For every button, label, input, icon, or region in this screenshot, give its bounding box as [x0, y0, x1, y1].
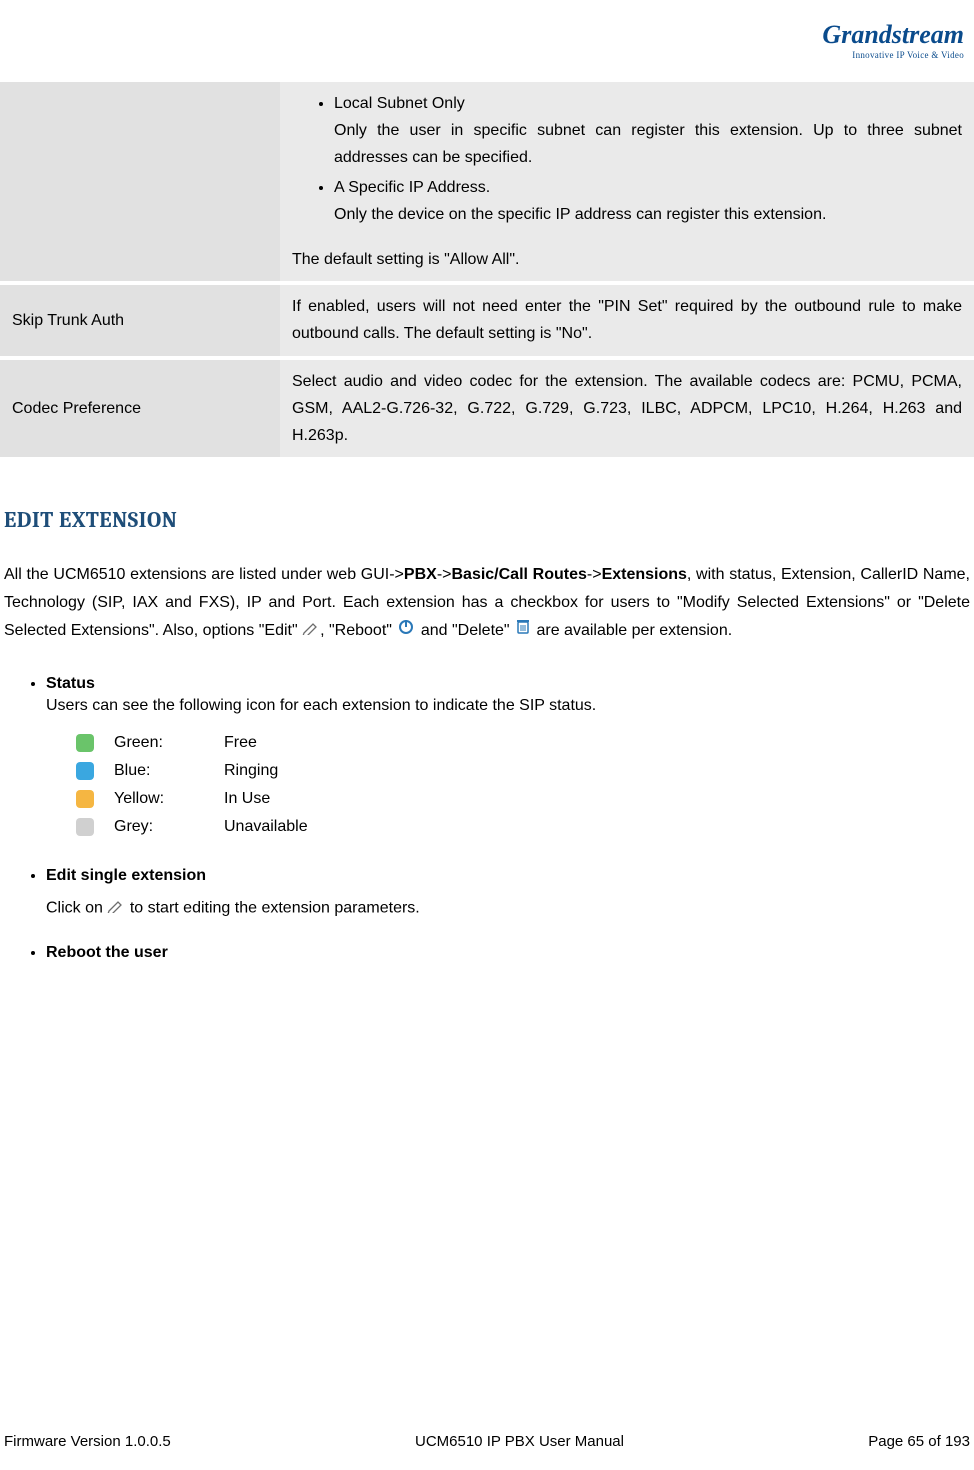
- page-footer: Firmware Version 1.0.0.5 UCM6510 IP PBX …: [0, 1433, 974, 1450]
- intro-part1: All the UCM6510 extensions are listed un…: [4, 566, 404, 583]
- bullet-desc: Only the device on the specific IP addre…: [334, 201, 962, 228]
- yellow-swatch: [76, 790, 94, 808]
- status-color-label: Blue:: [114, 762, 224, 780]
- intro-bold-pbx: PBX: [404, 566, 437, 583]
- green-swatch: [76, 734, 94, 752]
- intro-part4: and "Delete": [416, 622, 514, 639]
- status-color-label: Green:: [114, 734, 224, 752]
- intro-bold-ext: Extensions: [602, 566, 687, 583]
- edit-icon: [302, 617, 320, 645]
- row-value-allow: Local Subnet Only Only the user in speci…: [280, 82, 974, 283]
- edit-single-title: Edit single extension: [46, 867, 206, 884]
- bullet-reboot-user: Reboot the user: [46, 944, 970, 962]
- reboot-icon: [396, 617, 416, 645]
- logo-area: Grandstream Innovative IP Voice & Video: [0, 20, 974, 62]
- default-setting-text: The default setting is "Allow All".: [292, 246, 962, 273]
- bullet-desc: Only the user in specific subnet can reg…: [334, 117, 962, 171]
- status-row-yellow: Yellow: In Use: [76, 785, 970, 813]
- bullet-edit-single: Edit single extension Click on to start …: [46, 867, 970, 918]
- status-color-label: Yellow:: [114, 790, 224, 808]
- delete-icon: [514, 617, 532, 645]
- bullet-title: A Specific IP Address.: [334, 174, 962, 201]
- section-heading-edit-extension: EDIT EXTENSION: [4, 507, 970, 533]
- row-label-codec: Codec Preference: [0, 358, 280, 458]
- status-meaning: Ringing: [224, 762, 278, 780]
- bullet-local-subnet: Local Subnet Only Only the user in speci…: [334, 90, 962, 172]
- status-meaning: Unavailable: [224, 818, 308, 836]
- status-meaning: In Use: [224, 790, 270, 808]
- status-row-green: Green: Free: [76, 729, 970, 757]
- row-value-skip-trunk: If enabled, users will not need enter th…: [280, 283, 974, 357]
- intro-part5: are available per extension.: [532, 622, 732, 639]
- status-desc: Users can see the following icon for eac…: [46, 697, 970, 715]
- footer-page: Page 65 of 193: [868, 1433, 970, 1450]
- status-row-blue: Blue: Ringing: [76, 757, 970, 785]
- bullet-title: Local Subnet Only: [334, 90, 962, 117]
- footer-firmware: Firmware Version 1.0.0.5: [4, 1433, 171, 1450]
- status-title: Status: [46, 675, 95, 692]
- grey-swatch: [76, 818, 94, 836]
- edit-icon: [107, 899, 125, 918]
- logo-subtitle: Innovative IP Voice & Video: [822, 50, 964, 60]
- bullet-status: Status Users can see the following icon …: [46, 675, 970, 841]
- reboot-user-title: Reboot the user: [46, 944, 168, 961]
- footer-title: UCM6510 IP PBX User Manual: [415, 1433, 624, 1450]
- edit-single-desc: Click on to start editing the extension …: [46, 899, 970, 918]
- bullet-specific-ip: A Specific IP Address. Only the device o…: [334, 174, 962, 228]
- edit-desc2: to start editing the extension parameter…: [130, 900, 420, 917]
- logo-text: Grandstream: [822, 20, 964, 49]
- status-color-label: Grey:: [114, 818, 224, 836]
- intro-bold-routes: Basic/Call Routes: [451, 566, 586, 583]
- intro-paragraph: All the UCM6510 extensions are listed un…: [4, 561, 970, 645]
- brand-logo: Grandstream Innovative IP Voice & Video: [822, 20, 964, 60]
- status-row-grey: Grey: Unavailable: [76, 813, 970, 841]
- edit-desc1: Click on: [46, 900, 107, 917]
- intro-sep1: ->: [437, 566, 452, 583]
- intro-part3: , "Reboot": [320, 622, 396, 639]
- options-table: Local Subnet Only Only the user in speci…: [0, 82, 974, 457]
- intro-sep2: ->: [587, 566, 602, 583]
- row-label-empty: [0, 82, 280, 283]
- blue-swatch: [76, 762, 94, 780]
- status-legend: Green: Free Blue: Ringing Yellow: In Use: [76, 729, 970, 841]
- row-label-skip-trunk: Skip Trunk Auth: [0, 283, 280, 357]
- row-value-codec: Select audio and video codec for the ext…: [280, 358, 974, 458]
- status-meaning: Free: [224, 734, 257, 752]
